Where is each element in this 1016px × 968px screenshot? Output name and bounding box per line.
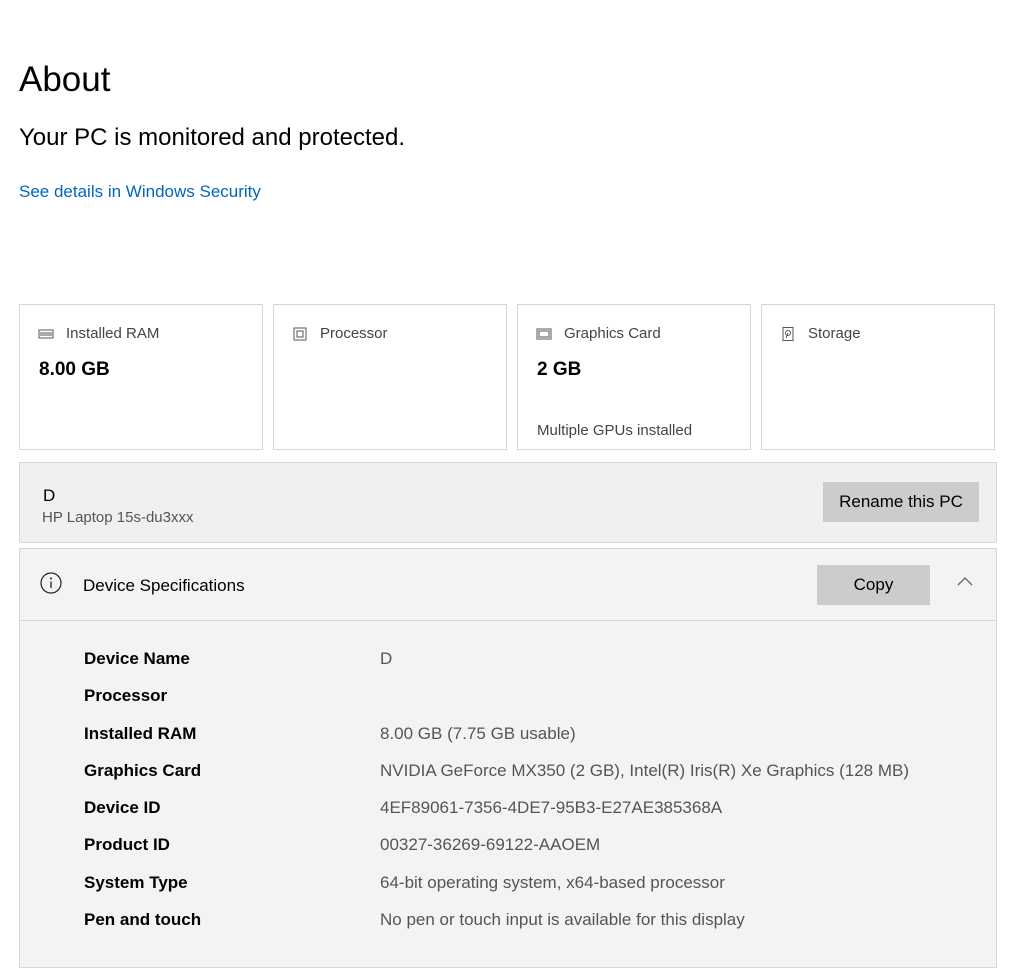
copy-button[interactable]: Copy	[817, 565, 930, 605]
spec-value: 4EF89061-7356-4DE7-95B3-E27AE385368A	[380, 798, 723, 818]
card-installed-ram: Installed RAM 8.00 GB	[19, 304, 263, 450]
card-storage: Storage	[761, 304, 995, 450]
graphics-card-icon	[536, 328, 552, 339]
info-icon	[40, 572, 62, 594]
spec-key: Graphics Card	[84, 760, 202, 780]
spec-key: Installed RAM	[84, 723, 197, 743]
card-label: Processor	[320, 325, 388, 342]
chevron-up-icon[interactable]	[957, 575, 973, 587]
card-label: Storage	[808, 325, 861, 342]
spec-value: 64-bit operating system, x64-based proce…	[380, 872, 725, 892]
spec-value: D	[380, 649, 393, 668]
card-label: Graphics Card	[564, 325, 661, 342]
spec-key: Pen and touch	[84, 910, 202, 930]
spec-value: No pen or touch input is available for t…	[380, 910, 745, 930]
ram-icon	[38, 329, 54, 338]
page-title: About	[19, 60, 111, 99]
device-specifications-header[interactable]: Device Specifications Copy	[20, 549, 996, 621]
storage-icon	[782, 326, 794, 341]
spec-key: Processor	[84, 686, 168, 706]
spec-key: Device Name	[84, 649, 190, 668]
pc-model: HP Laptop 15s-du3xxx	[42, 509, 194, 526]
device-specifications-panel: Device Specifications Copy Device Name D…	[19, 548, 997, 968]
windows-security-link[interactable]: See details in Windows Security	[19, 182, 261, 202]
card-processor: Processor	[273, 304, 507, 450]
spec-value: 00327-36269-69122-AAOEM	[380, 835, 601, 855]
card-value: 8.00 GB	[39, 359, 110, 380]
spec-key: System Type	[84, 872, 188, 892]
processor-icon	[293, 327, 307, 340]
pc-name: D	[43, 486, 56, 505]
protection-status: Your PC is monitored and protected.	[19, 124, 406, 151]
card-graphics: Graphics Card 2 GB Multiple GPUs install…	[517, 304, 751, 450]
pc-name-panel: D HP Laptop 15s-du3xxx Rename this PC	[19, 462, 997, 543]
spec-key: Product ID	[84, 835, 170, 855]
spec-value: 8.00 GB (7.75 GB usable)	[380, 723, 576, 743]
rename-pc-button[interactable]: Rename this PC	[823, 482, 979, 522]
device-specifications-title: Device Specifications	[83, 576, 245, 595]
spec-key: Device ID	[84, 798, 161, 818]
card-subtext: Multiple GPUs installed	[537, 422, 693, 439]
card-value: 2 GB	[537, 359, 582, 380]
card-label: Installed RAM	[66, 325, 160, 342]
spec-value: NVIDIA GeForce MX350 (2 GB), Intel(R) Ir…	[380, 760, 910, 780]
